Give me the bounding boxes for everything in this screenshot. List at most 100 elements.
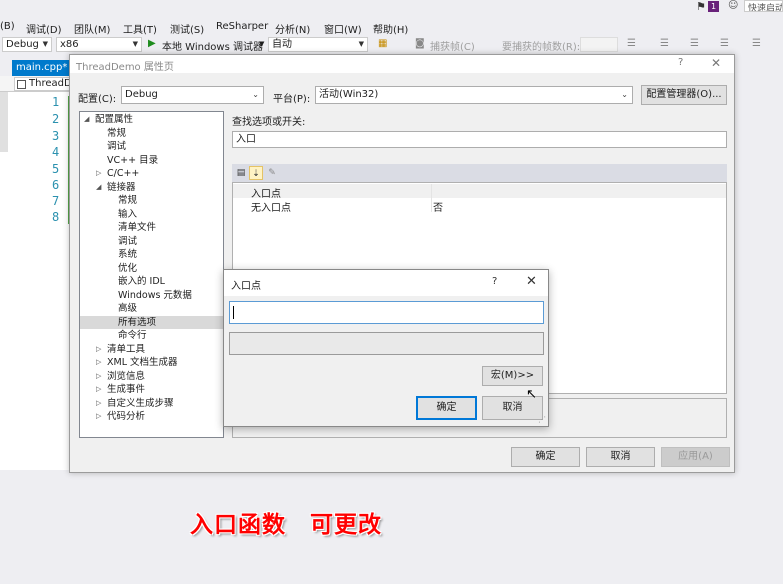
tree-item-label: 嵌入的 IDL xyxy=(118,276,165,287)
tree-item[interactable]: 调试 xyxy=(80,235,223,248)
tree-item[interactable]: 清单文件 xyxy=(80,221,223,234)
ide-bottom-background xyxy=(0,470,783,584)
tree-item[interactable]: ◢ 链接器 xyxy=(80,181,223,194)
close-icon[interactable]: ✕ xyxy=(526,274,537,289)
cancel-button[interactable]: 取消 xyxy=(586,447,655,467)
menu-team[interactable]: 团队(M) xyxy=(74,21,110,36)
solution-config-combo[interactable]: Debug ▼ xyxy=(2,37,52,52)
ok-button[interactable]: 确定 xyxy=(416,396,477,420)
expanded-arrow-icon[interactable]: ◢ xyxy=(96,181,101,194)
tree-item[interactable]: ▷ C/C++ xyxy=(80,167,223,180)
tab-main-cpp[interactable]: main.cpp* xyxy=(12,60,70,76)
tree-item[interactable]: 常规 xyxy=(80,194,223,207)
dialog-title: ThreadDemo 属性页 xyxy=(76,62,174,73)
help-button[interactable]: ? xyxy=(678,57,683,68)
feedback-icon[interactable]: ☺ xyxy=(728,0,738,11)
menu-test[interactable]: 测试(S) xyxy=(170,21,204,36)
chevron-down-icon: ▼ xyxy=(42,40,48,48)
align-icon[interactable]: ☰ xyxy=(690,38,699,49)
tree-item[interactable]: ◢ 配置属性 xyxy=(80,113,223,126)
solution-platform-combo[interactable]: x86 ▼ xyxy=(56,37,142,52)
categorized-icon[interactable]: ▤ xyxy=(234,166,248,180)
grid-row-value[interactable]: 否 xyxy=(433,199,443,214)
menu-analyze[interactable]: 分析(N) xyxy=(275,21,310,36)
expanded-arrow-icon[interactable]: ◢ xyxy=(84,113,89,126)
align-left-icon[interactable]: ☰ xyxy=(627,38,636,49)
tree-item-label: 命令行 xyxy=(118,330,147,341)
dialog-titlebar[interactable]: ThreadDemo 属性页 ? ✕ xyxy=(70,55,734,73)
collapsed-arrow-icon[interactable]: ▷ xyxy=(96,356,101,369)
collapsed-arrow-icon[interactable]: ▷ xyxy=(96,410,101,423)
tree-item[interactable]: 调试 xyxy=(80,140,223,153)
tree-item[interactable]: 高级 xyxy=(80,302,223,315)
config-combo-value: Debug xyxy=(125,89,158,100)
camera-icon[interactable]: ◙ xyxy=(415,38,425,49)
tree-item[interactable]: 嵌入的 IDL xyxy=(80,275,223,288)
editor-navigation-bar: ThreadDemo xyxy=(0,76,70,92)
quick-launch-input[interactable]: 快速启动 xyxy=(744,0,783,12)
tree-item[interactable]: ▷ 自定义生成步骤 xyxy=(80,397,223,410)
menu-help[interactable]: 帮助(H) xyxy=(373,21,408,36)
config-manager-button[interactable]: 配置管理器(O)... xyxy=(641,85,727,105)
start-debugger-button[interactable]: 本地 Windows 调试器 xyxy=(162,38,263,53)
collapsed-arrow-icon[interactable]: ▷ xyxy=(96,167,101,180)
wrench-icon[interactable]: ✎ xyxy=(265,166,279,180)
capture-frame-button[interactable]: 捕获帧(C) xyxy=(430,38,475,53)
notification-flag-icon[interactable]: ⚑ xyxy=(696,0,706,13)
menu-window[interactable]: 窗口(W) xyxy=(324,21,362,36)
menu-debug[interactable]: 调试(D) xyxy=(26,21,62,36)
entry-point-input[interactable] xyxy=(229,301,544,324)
menu-tools[interactable]: 工具(T) xyxy=(123,21,157,36)
tree-item[interactable]: 输入 xyxy=(80,208,223,221)
property-tree[interactable]: ◢ 配置属性 常规 调试 VC++ 目录 ▷ C/C++ ◢ 链接器 常规 输入 清单文件 调试 系统 优化… xyxy=(79,111,224,438)
tree-item[interactable]: ▷ 浏览信息 xyxy=(80,370,223,383)
tree-item-label: 生成事件 xyxy=(107,384,146,395)
tree-item[interactable]: ▷ 清单工具 xyxy=(80,343,223,356)
close-icon[interactable]: ✕ xyxy=(711,56,721,70)
graphics-icon[interactable]: ▦ xyxy=(378,38,387,49)
grid-row[interactable]: 无入口点 否 xyxy=(233,198,726,214)
tree-item[interactable]: 所有选项 xyxy=(80,315,223,329)
tree-item-label: 调试 xyxy=(107,141,127,152)
search-input[interactable]: 入口 xyxy=(232,131,727,148)
collapsed-arrow-icon[interactable]: ▷ xyxy=(96,383,101,396)
line-number: 3 xyxy=(52,129,60,143)
collapsed-arrow-icon[interactable]: ▷ xyxy=(96,370,101,383)
align-icon[interactable]: ☰ xyxy=(752,38,761,49)
auto-combo[interactable]: 自动 ▼ xyxy=(268,37,368,52)
tree-item[interactable]: 常规 xyxy=(80,127,223,140)
apply-button[interactable]: 应用(A) xyxy=(661,447,730,467)
line-number: 8 xyxy=(52,210,60,224)
menu-resharper[interactable]: ReSharper xyxy=(216,21,268,32)
alphabetical-sort-icon[interactable]: ⇣ xyxy=(249,166,263,180)
collapsed-arrow-icon[interactable]: ▷ xyxy=(96,397,101,410)
notification-count-badge[interactable]: 1 xyxy=(708,1,719,12)
menu-build[interactable]: (B) xyxy=(0,21,15,32)
tree-item[interactable]: Windows 元数据 xyxy=(80,289,223,302)
tree-item[interactable]: ▷ 生成事件 xyxy=(80,383,223,396)
tree-item[interactable]: VC++ 目录 xyxy=(80,154,223,167)
tree-item[interactable]: ▷ 代码分析 xyxy=(80,410,223,423)
start-debug-icon[interactable]: ▶ xyxy=(148,38,156,49)
help-button[interactable]: ? xyxy=(492,276,497,287)
line-number: 2 xyxy=(52,112,60,126)
auto-combo-value: 自动 xyxy=(272,39,292,50)
platform-combo[interactable]: 活动(Win32) ⌄ xyxy=(315,86,633,104)
tree-item[interactable]: ▷ XML 文档生成器 xyxy=(80,356,223,369)
tree-item[interactable]: 命令行 xyxy=(80,329,223,342)
collapsed-arrow-icon[interactable]: ▷ xyxy=(96,343,101,356)
tree-item[interactable]: 优化 xyxy=(80,262,223,275)
config-combo[interactable]: Debug ⌄ xyxy=(121,86,264,104)
dialog-titlebar[interactable]: 入口点 ? ✕ xyxy=(224,270,548,296)
resize-grip-icon[interactable]: ⋰ xyxy=(538,415,546,424)
project-nav-combo[interactable]: ThreadDemo xyxy=(14,77,70,91)
frames-count-combo[interactable] xyxy=(580,37,618,52)
chevron-down-icon[interactable]: ▼ xyxy=(259,40,264,48)
grid-row[interactable]: 入口点 xyxy=(233,184,726,200)
align-icon[interactable]: ☰ xyxy=(660,38,669,49)
align-icon[interactable]: ☰ xyxy=(720,38,729,49)
chevron-down-icon: ▼ xyxy=(132,40,138,48)
macro-button[interactable]: 宏(M)>> xyxy=(482,366,543,386)
tree-item[interactable]: 系统 xyxy=(80,248,223,261)
ok-button[interactable]: 确定 xyxy=(511,447,580,467)
